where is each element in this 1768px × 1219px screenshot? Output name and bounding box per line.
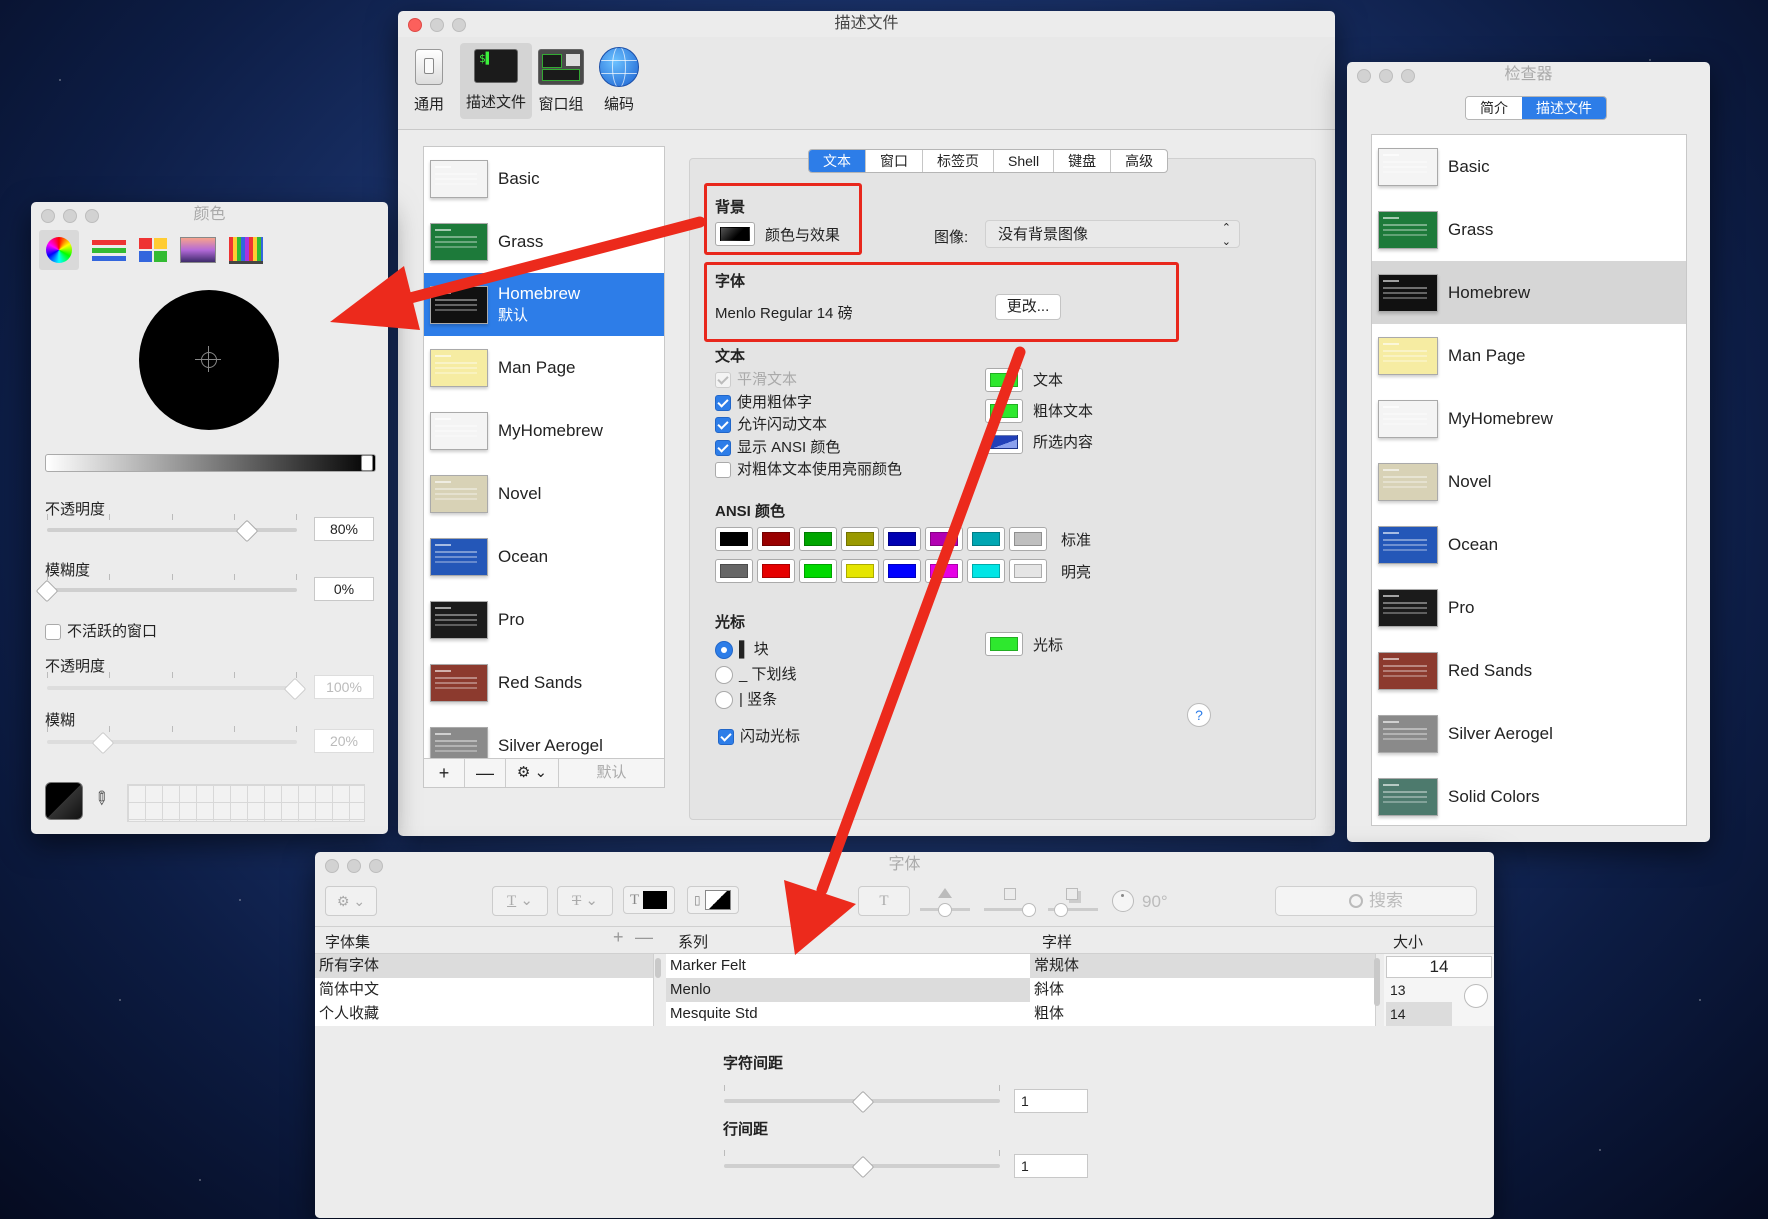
arrow-to-colors-panel	[330, 216, 706, 330]
annotation-arrows	[330, 216, 1026, 955]
arrow-to-fonts-panel	[784, 346, 1026, 955]
